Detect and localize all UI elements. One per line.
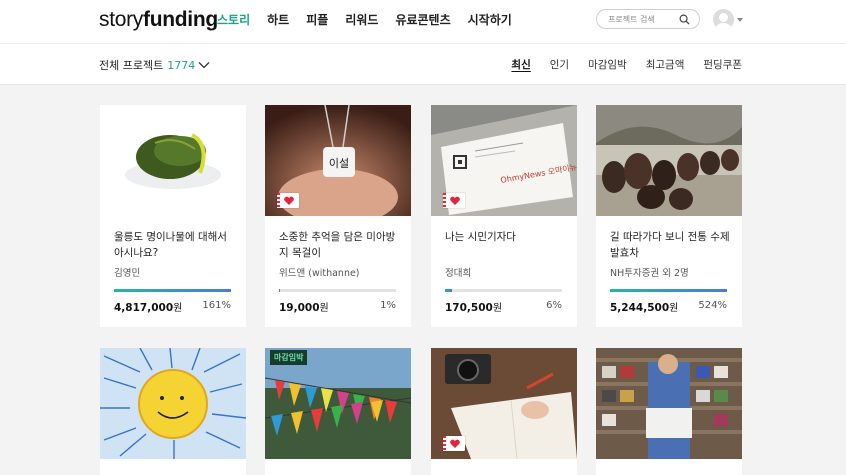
project-author: 위드앤 (withanne): [279, 268, 360, 279]
nav-item-heart[interactable]: 하트: [267, 11, 289, 28]
nav-item-start[interactable]: 시작하기: [468, 11, 512, 28]
nav-item-reward[interactable]: 리워드: [345, 11, 378, 28]
project-thumbnail[interactable]: [431, 348, 577, 459]
project-title[interactable]: 울릉도 명이나물에 대해서 아시나요?: [114, 229, 236, 261]
sort-tabs: 최신 인기 마감임박 최고금액 펀딩쿠폰: [511, 57, 742, 72]
project-thumbnail[interactable]: [100, 348, 246, 459]
project-thumbnail[interactable]: 마감임박: [265, 348, 411, 459]
sort-tab-top-amount[interactable]: 최고금액: [646, 57, 685, 72]
deadline-badge: 마감임박: [270, 350, 308, 365]
project-card[interactable]: 울릉도 명이나물에 대해서 아시나요? 김영민 4,817,000원 161%: [100, 105, 246, 327]
chevron-down-icon[interactable]: [737, 18, 743, 22]
logo-text-bold: funding: [143, 8, 218, 31]
heart-badge-icon: [443, 436, 465, 451]
project-card[interactable]: OhmyNews 오마이뉴스 나는 시민기자다 정대희 170,500원 6%: [431, 105, 577, 327]
project-card[interactable]: [100, 348, 246, 475]
project-thumbnail[interactable]: [100, 105, 246, 216]
chevron-down-icon: [198, 62, 210, 69]
project-thumbnail[interactable]: [596, 348, 742, 459]
funding-percent: 1%: [380, 300, 396, 311]
project-thumbnail[interactable]: [596, 105, 742, 216]
project-card[interactable]: 마감임박: [265, 348, 411, 475]
funding-amount: 5,244,500원: [610, 299, 678, 314]
funding-amount-value: 170,500: [445, 302, 493, 314]
search-icon[interactable]: [679, 14, 690, 25]
project-filter-dropdown[interactable]: 전체 프로젝트 1774: [99, 57, 210, 73]
project-title[interactable]: 나는 시민기자다: [445, 229, 567, 245]
filter-bar: 전체 프로젝트 1774 최신 인기 마감임박 최고금액 펀딩쿠폰: [0, 44, 846, 85]
funding-amount-value: 19,000: [279, 302, 320, 314]
project-card[interactable]: [431, 348, 577, 475]
project-title[interactable]: 길 따라가다 보니 전통 수제 발효차: [610, 229, 732, 261]
project-author: 김영민: [114, 268, 141, 279]
top-navigation-bar: storyfunding 스토리 하트 피플 리워드 유료콘텐츠 시작하기: [0, 0, 846, 44]
nav-item-paid-content[interactable]: 유료콘텐츠: [395, 11, 450, 28]
svg-text:이설: 이설: [329, 157, 349, 170]
funding-percent: 6%: [546, 300, 562, 311]
funding-amount-value: 4,817,000: [114, 302, 174, 314]
currency-label: 원: [492, 303, 503, 314]
project-card[interactable]: 이설 소중한 추억을 담은 미아방지 목걸이 위드앤 (withanne) 19…: [265, 105, 411, 327]
funding-progress-bar: [114, 289, 231, 292]
funding-amount: 19,000원: [279, 299, 329, 314]
nav-item-story[interactable]: 스토리: [217, 11, 250, 28]
nav-item-people[interactable]: 피플: [306, 11, 328, 28]
funding-amount: 170,500원: [445, 299, 502, 314]
project-thumbnail[interactable]: OhmyNews 오마이뉴스: [431, 105, 577, 216]
sort-tab-popular[interactable]: 인기: [550, 57, 569, 72]
project-title[interactable]: 소중한 추억을 담은 미아방지 목걸이: [279, 229, 401, 261]
currency-label: 원: [669, 303, 679, 314]
search-box: [596, 9, 700, 29]
funding-progress-bar: [445, 289, 562, 292]
project-card[interactable]: [596, 348, 742, 475]
storyfunding-logo[interactable]: storyfunding: [99, 8, 218, 32]
sort-tab-latest[interactable]: 최신: [511, 57, 530, 72]
avatar[interactable]: [713, 9, 734, 30]
currency-label: 원: [173, 303, 183, 314]
funding-progress-bar: [610, 289, 727, 292]
logo-text-light: story: [99, 8, 144, 31]
heart-badge-icon: [277, 193, 299, 208]
funding-percent: 161%: [202, 300, 231, 311]
funding-amount: 4,817,000원: [114, 299, 182, 314]
main-nav: 스토리 하트 피플 리워드 유료콘텐츠 시작하기: [217, 11, 512, 28]
project-author: 정대희: [445, 268, 472, 279]
search-input[interactable]: [608, 12, 676, 26]
sort-tab-funding-coupon[interactable]: 펀딩쿠폰: [703, 57, 742, 72]
currency-label: 원: [319, 303, 329, 314]
project-thumbnail[interactable]: 이설: [265, 105, 411, 216]
sort-tab-closing-soon[interactable]: 마감임박: [588, 57, 627, 72]
project-author: NH투자증권 외 2명: [610, 268, 689, 279]
funding-progress-bar: [279, 289, 396, 292]
filter-label: 전체 프로젝트: [99, 59, 164, 72]
funding-percent: 524%: [698, 300, 727, 311]
filter-count: 1774: [167, 58, 196, 72]
funding-amount-value: 5,244,500: [610, 302, 670, 314]
project-card[interactable]: 길 따라가다 보니 전통 수제 발효차 NH투자증권 외 2명 5,244,50…: [596, 105, 742, 327]
heart-badge-icon: [443, 193, 465, 208]
